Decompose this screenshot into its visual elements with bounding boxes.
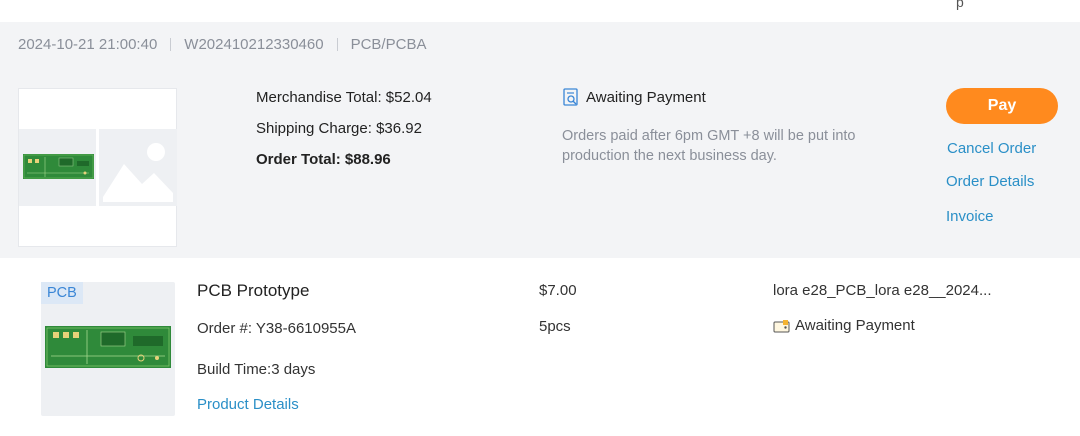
cancel-order-link[interactable]: Cancel Order [947,140,1036,157]
status-note: Orders paid after 6pm GMT +8 will be put… [562,128,856,164]
order-timestamp: 2024-10-21 21:00:40 [18,35,158,53]
order-number: W202410212330460 [184,35,324,53]
order-status-label: Awaiting Payment [586,88,706,106]
search-document-icon [563,88,578,106]
order-status: Awaiting Payment [563,88,706,106]
image-placeholder [99,129,177,206]
order-card: 2024-10-21 21:00:40 W202410212330460 PCB… [0,22,1080,258]
order-category: PCB/PCBA [350,35,427,53]
item-thumbnail[interactable]: PCB [41,282,175,416]
meta-divider [170,37,172,51]
invoice-link[interactable]: Invoice [946,208,994,225]
pcb-thumbnail [19,129,96,206]
pcb-board-icon [23,154,94,179]
item-order-number: Order #: Y38-6610955A [197,320,357,337]
order-total: Order Total: $88.96 [256,151,391,168]
cropped-text-fragment: p [956,0,964,10]
item-price: $7.00 [539,282,577,299]
product-title: PCB Prototype [197,281,310,300]
order-item-row: PCB PCB Prototype Order #: Y38-6610955A … [0,262,1080,436]
shipping-charge: Shipping Charge: $36.92 [256,120,422,137]
meta-divider [336,37,338,51]
image-placeholder-icon [103,143,173,202]
build-time: Build Time:3 days [197,361,316,378]
merchandise-total: Merchandise Total: $52.04 [256,89,432,106]
order-meta: 2024-10-21 21:00:40 W202410212330460 PCB… [18,34,426,54]
item-file-name: lora e28_PCB_lora e28__2024... [773,282,992,299]
item-status-label: Awaiting Payment [795,317,915,334]
pcb-board-icon [45,326,171,368]
item-quantity: 5pcs [539,318,571,335]
wallet-icon [773,319,790,332]
order-details-link[interactable]: Order Details [946,173,1034,190]
order-totals: Merchandise Total: $52.04 Shipping Charg… [256,88,432,181]
pay-button[interactable]: Pay [946,88,1058,124]
top-strip: p [0,0,1080,22]
product-details-link[interactable]: Product Details [197,396,299,413]
item-status: Awaiting Payment [773,317,915,334]
order-thumbnails[interactable] [18,88,177,247]
